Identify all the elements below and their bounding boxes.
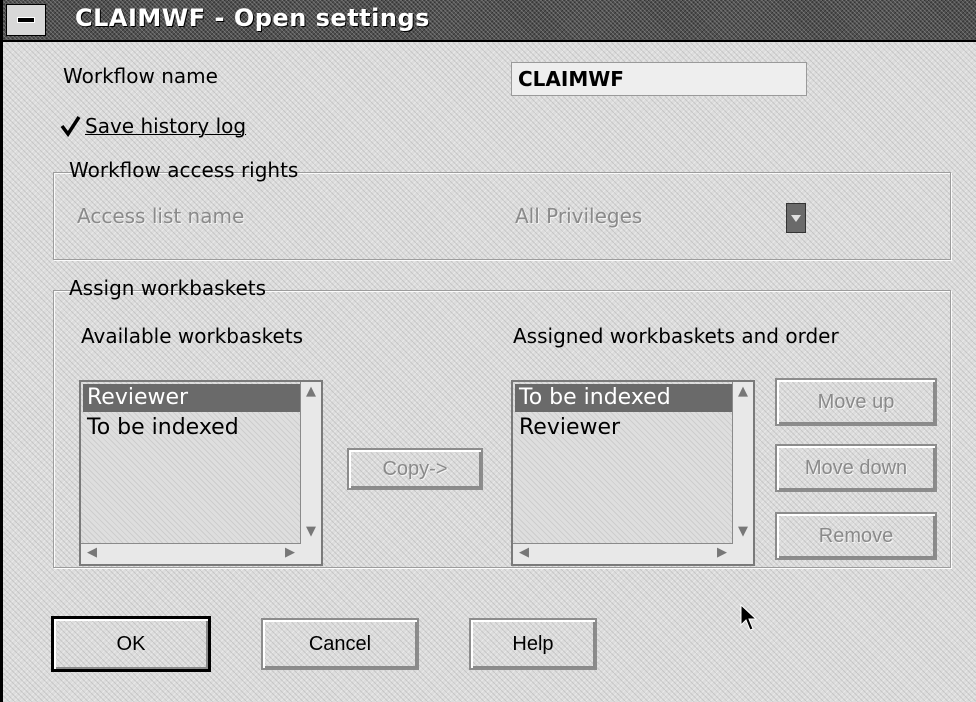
horizontal-scrollbar[interactable]: ◀ ▶ [81,543,301,564]
assign-workbaskets-group-label: Assign workbaskets [69,276,267,300]
mouse-pointer-icon [740,603,758,631]
vertical-scrollbar[interactable]: ▲ ▼ [300,382,321,564]
list-item[interactable]: To be indexed [83,414,239,442]
assigned-workbaskets-list[interactable]: To be indexed Reviewer ▲ ▼ ◀ ▶ [511,380,755,566]
remove-button[interactable]: Remove [775,512,937,560]
access-list-select[interactable]: All Privileges [515,204,642,228]
cancel-button[interactable]: Cancel [261,618,419,670]
scroll-right-icon[interactable]: ▶ [285,545,295,561]
scroll-left-icon[interactable]: ◀ [519,545,529,561]
horizontal-scrollbar[interactable]: ◀ ▶ [513,543,733,564]
available-workbaskets-list[interactable]: Reviewer To be indexed ▲ ▼ ◀ ▶ [79,380,323,566]
list-item[interactable]: To be indexed [515,384,733,412]
vertical-scrollbar[interactable]: ▲ ▼ [732,382,753,564]
title-bar[interactable]: CLAIMWF - Open settings [3,0,976,42]
workflow-name-field[interactable]: CLAIMWF [511,62,807,96]
checkmark-icon[interactable] [59,115,81,137]
system-menu-icon[interactable] [6,4,46,36]
scroll-up-icon[interactable]: ▲ [738,384,748,400]
scroll-right-icon[interactable]: ▶ [717,545,727,561]
copy-button[interactable]: Copy-> [347,448,483,490]
workflow-name-label: Workflow name [63,64,218,88]
save-history-checkbox-label[interactable]: Save history log [85,114,246,138]
assigned-workbaskets-heading: Assigned workbaskets and order [513,324,839,348]
scroll-down-icon[interactable]: ▼ [738,524,748,540]
scroll-up-icon[interactable]: ▲ [306,384,316,400]
scroll-left-icon[interactable]: ◀ [87,545,97,561]
access-rights-group-label: Workflow access rights [69,158,299,182]
window-title: CLAIMWF - Open settings [75,4,430,32]
access-list-name-label: Access list name [77,204,245,228]
available-workbaskets-heading: Available workbaskets [81,324,304,348]
help-button[interactable]: Help [469,618,597,670]
move-up-button[interactable]: Move up [775,378,937,426]
list-item[interactable]: Reviewer [515,414,620,442]
move-down-button[interactable]: Move down [775,444,937,492]
scroll-down-icon[interactable]: ▼ [306,524,316,540]
open-settings-dialog: CLAIMWF - Open settings Workflow name CL… [0,0,976,702]
dropdown-arrow-icon[interactable] [786,203,806,233]
list-item[interactable]: Reviewer [83,384,301,412]
ok-button[interactable]: OK [51,616,211,672]
